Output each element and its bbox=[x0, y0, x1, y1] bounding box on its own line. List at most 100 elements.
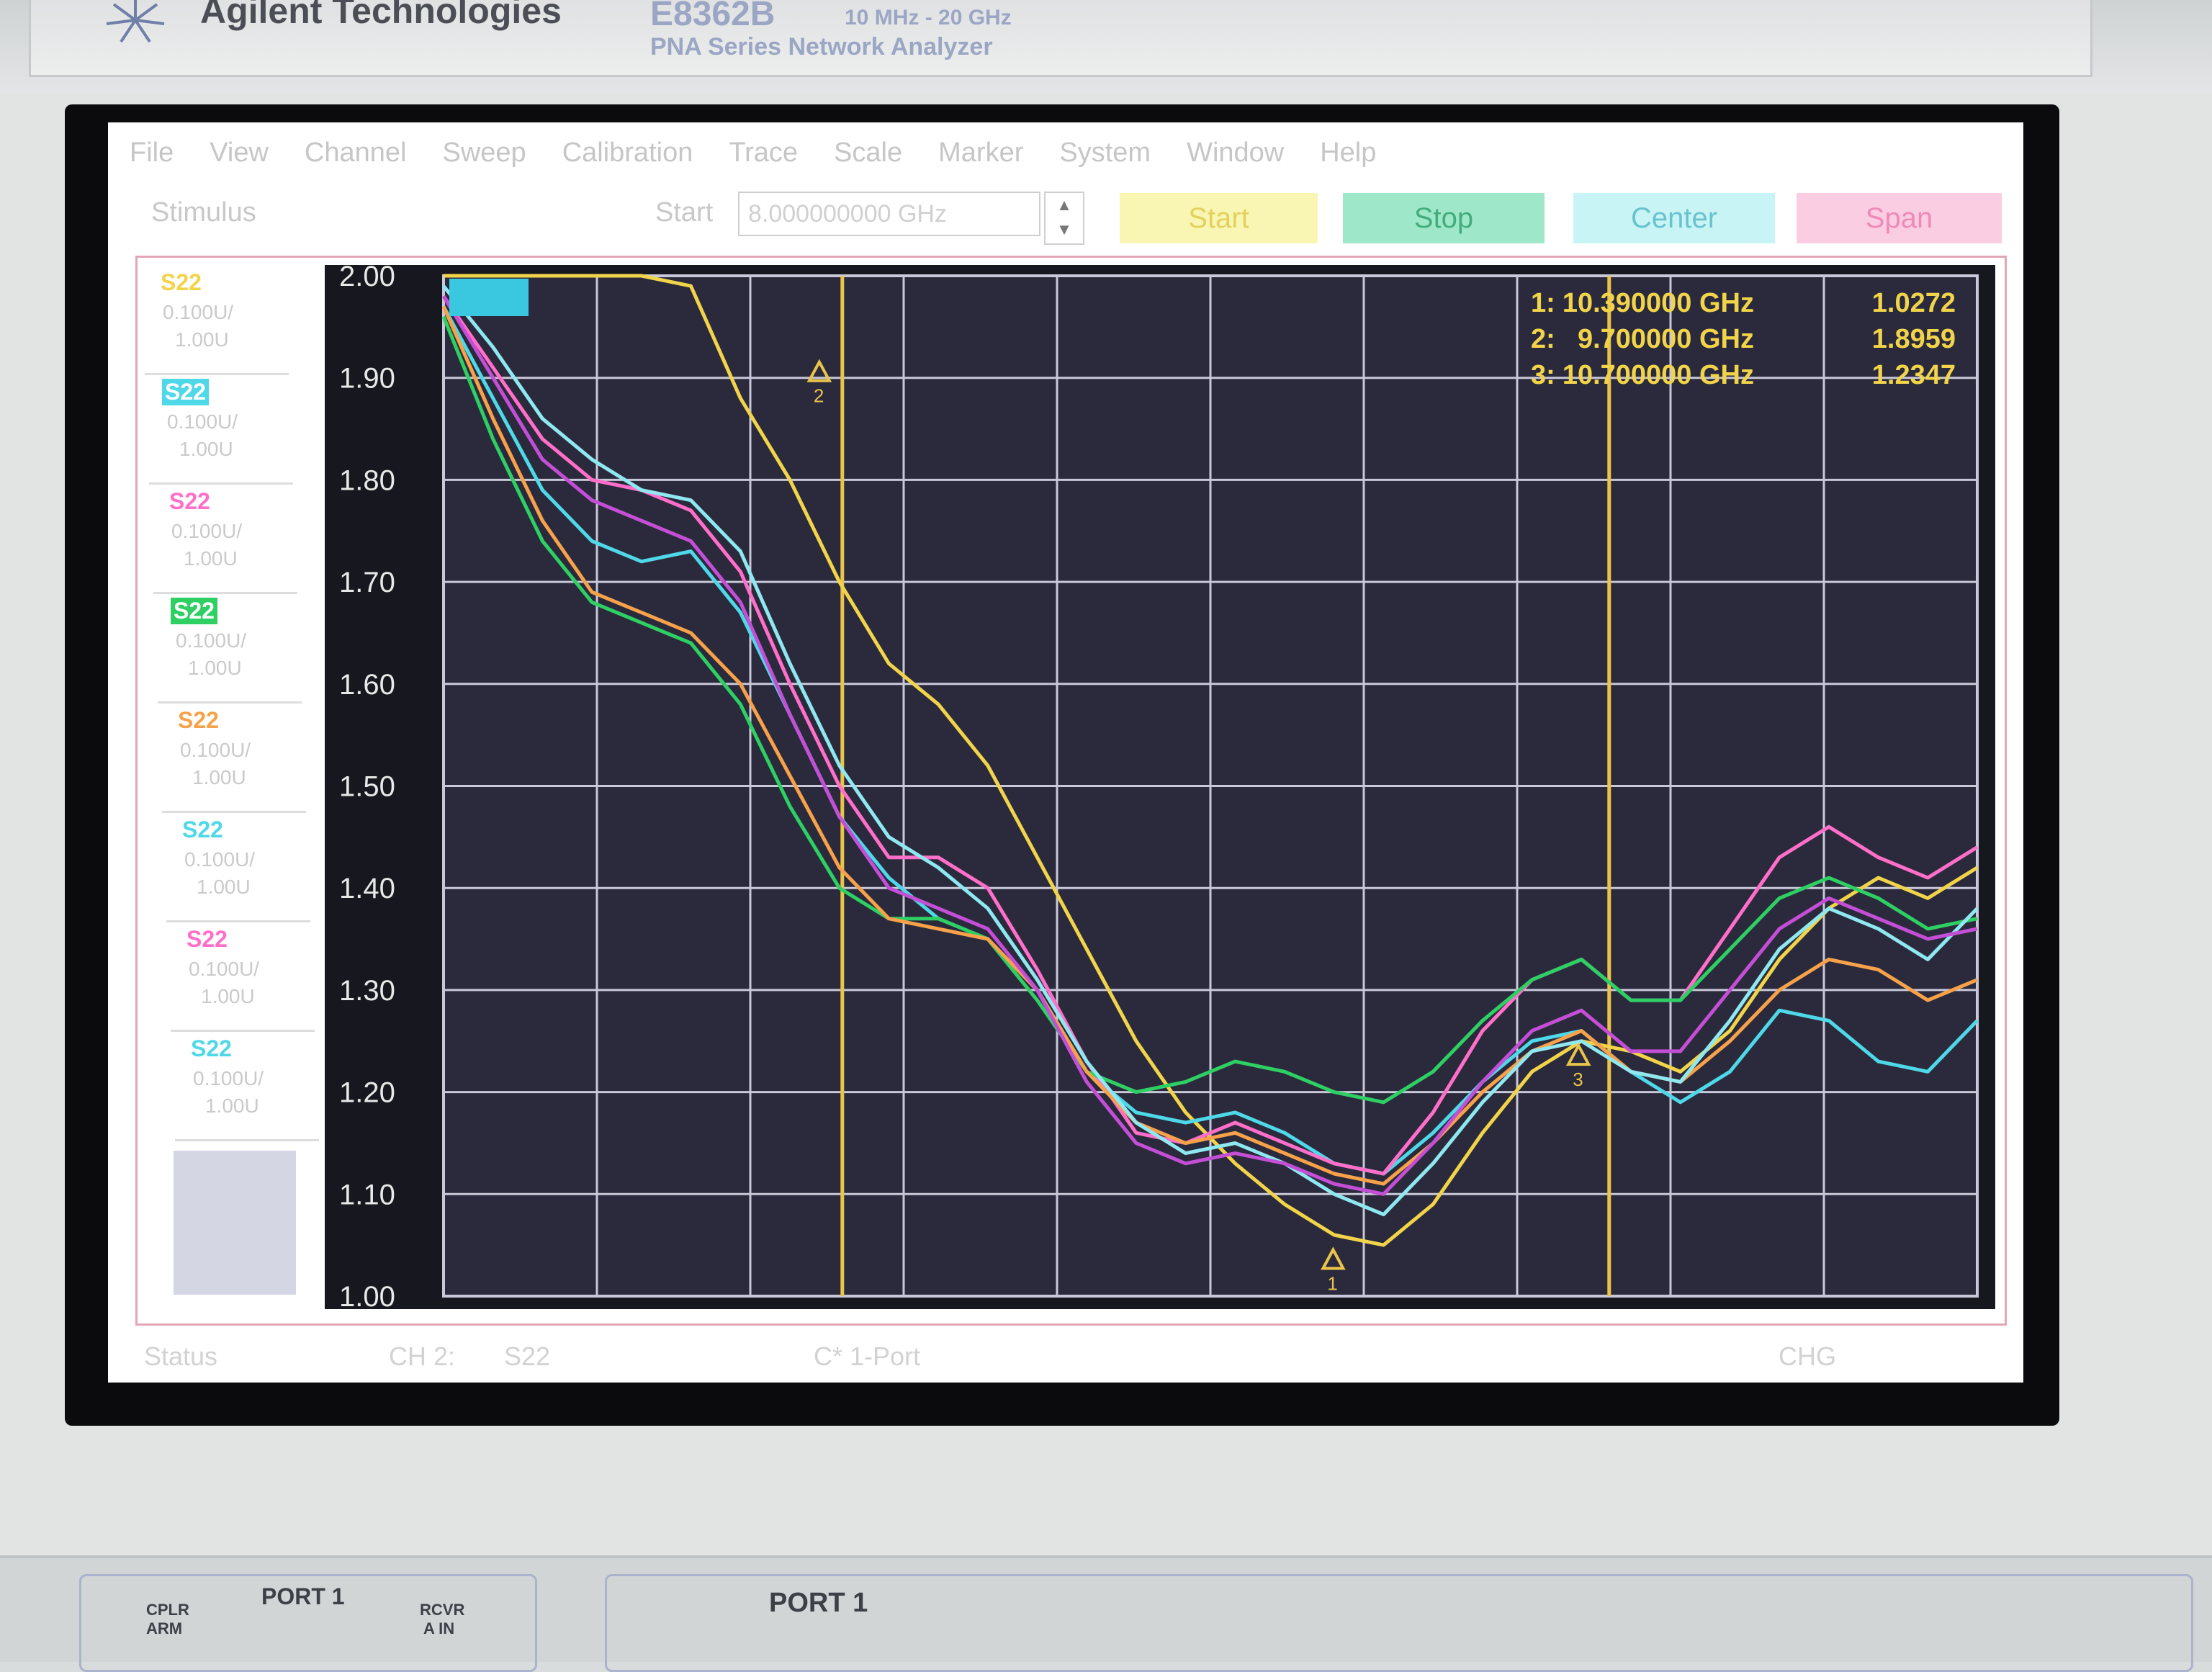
status-label: Status bbox=[144, 1341, 218, 1371]
trace-scale: 0.100U/ bbox=[176, 629, 247, 652]
menu-view[interactable]: View bbox=[210, 131, 269, 174]
status-channel: CH 2: bbox=[389, 1341, 456, 1371]
trace-reference: 1.00U bbox=[188, 657, 242, 679]
y-tick-label: 1.90 bbox=[339, 363, 395, 395]
rcvr-label: RCVR bbox=[420, 1601, 465, 1619]
start-frequency-input[interactable] bbox=[738, 192, 1040, 236]
port1-group: PORT 1 CPLR ARM RCVR A IN bbox=[79, 1574, 537, 1672]
marker-readout-id: 1: bbox=[1531, 288, 1555, 318]
trace-entry[interactable]: S22 0.100U/1.00U bbox=[162, 703, 306, 813]
menu-calibration[interactable]: Calibration bbox=[562, 131, 693, 174]
marker-readout-id: 3: bbox=[1531, 360, 1555, 390]
instrument-top-panel: Agilent Technologies E8362B 10 MHz - 20 … bbox=[0, 0, 2212, 94]
spin-up-icon[interactable]: ▲ bbox=[1046, 193, 1083, 217]
port1-connector-label: PORT 1 bbox=[769, 1588, 868, 1618]
stimulus-label: Stimulus bbox=[151, 197, 256, 228]
plot-area[interactable]: 2.00 1.90 1.80 1.70 1.60 1.50 1.40 1.30 1.20 1.10… bbox=[325, 265, 1995, 1309]
analyzer-screen: File View Channel Sweep Calibration Trac… bbox=[108, 122, 2023, 1383]
marker-readout-frequency: 9.700000 GHz bbox=[1578, 324, 1754, 354]
marker-number-label: 1 bbox=[1327, 1272, 1337, 1294]
marker-readout-value: 1.0272 bbox=[1872, 288, 1956, 318]
trace-name: S22 bbox=[178, 707, 219, 733]
marker-readout-frequency: 10.390000 GHz bbox=[1563, 288, 1754, 318]
span-button[interactable]: Span bbox=[1797, 193, 2002, 243]
stop-button[interactable]: Stop bbox=[1343, 193, 1545, 243]
marker-readout-value: 1.8959 bbox=[1872, 324, 1956, 354]
trace-entry[interactable]: S22 0.100U/1.00U bbox=[153, 484, 297, 594]
trace-scale: 0.100U/ bbox=[167, 410, 238, 433]
marker-readout-value: 1.2347 bbox=[1872, 360, 1956, 390]
status-calibration: C* 1-Port bbox=[814, 1341, 921, 1371]
y-tick-label: 1.50 bbox=[339, 771, 395, 803]
menu-sweep[interactable]: Sweep bbox=[442, 131, 526, 174]
trace-name: S22 bbox=[162, 379, 209, 405]
y-tick-label: 1.80 bbox=[339, 464, 395, 496]
start-button[interactable]: Start bbox=[1120, 193, 1318, 243]
menu-marker[interactable]: Marker bbox=[938, 131, 1023, 174]
arm-label: ARM bbox=[146, 1619, 183, 1637]
trace-entry[interactable]: S22 0.100U/1.00U bbox=[145, 265, 289, 375]
frequency-range: 10 MHz - 20 GHz bbox=[845, 6, 1012, 30]
active-trace-badge bbox=[449, 279, 529, 316]
front-panel: PORT 1 CPLR ARM RCVR A IN PORT 1 bbox=[0, 1555, 2212, 1672]
y-tick-label: 1.30 bbox=[339, 975, 395, 1007]
trace-name: S22 bbox=[169, 488, 210, 514]
port1-label: PORT 1 bbox=[261, 1583, 345, 1609]
brand-name: Agilent Technologies bbox=[200, 0, 562, 31]
menu-bar: File View Channel Sweep Calibration Trac… bbox=[130, 131, 1376, 174]
status-chg: CHG bbox=[1779, 1341, 1836, 1371]
y-tick-label: 1.10 bbox=[339, 1179, 395, 1210]
cplr-label: CPLR bbox=[146, 1601, 189, 1619]
status-parameter: S22 bbox=[504, 1341, 551, 1371]
trace-scale: 0.100U/ bbox=[184, 848, 256, 871]
y-tick-label: 1.00 bbox=[339, 1281, 395, 1309]
start-frequency-spinner[interactable]: ▲ ▼ bbox=[1044, 192, 1084, 245]
trace-entry[interactable]: S22 0.100U/1.00U bbox=[158, 593, 302, 704]
trace-list-empty-area bbox=[174, 1151, 296, 1295]
center-button[interactable]: Center bbox=[1573, 193, 1775, 243]
menu-file[interactable]: File bbox=[130, 131, 174, 174]
status-bar: Status CH 2: S22 C* 1-Port CHG bbox=[108, 1336, 2023, 1379]
display-area: S22 0.100U/1.00U S22 0.100U/1.00U S22 0.100U/… bbox=[135, 256, 2007, 1326]
trace-reference: 1.00U bbox=[201, 985, 255, 1007]
y-tick-label: 1.40 bbox=[339, 873, 395, 904]
trace-entry[interactable]: S22 0.100U/1.00U bbox=[175, 1031, 319, 1141]
plot-svg: 2.00 1.90 1.80 1.70 1.60 1.50 1.40 1.30 1.20 1.10… bbox=[339, 265, 1979, 1309]
trace-reference: 1.00U bbox=[205, 1095, 259, 1117]
menu-system[interactable]: System bbox=[1059, 131, 1151, 174]
agilent-logo-icon bbox=[106, 0, 165, 43]
trace-entry[interactable]: S22 0.100U/1.00U bbox=[149, 374, 293, 485]
trace-reference: 1.00U bbox=[197, 876, 251, 898]
trace-entry[interactable]: S22 0.100U/1.00U bbox=[166, 812, 310, 922]
trace-entry[interactable]: S22 0.100U/1.00U bbox=[171, 922, 315, 1032]
menu-channel[interactable]: Channel bbox=[305, 131, 407, 174]
menu-trace[interactable]: Trace bbox=[729, 131, 798, 174]
menu-window[interactable]: Window bbox=[1187, 131, 1284, 174]
y-tick-label: 1.60 bbox=[339, 669, 395, 701]
y-tick-label: 1.20 bbox=[339, 1077, 395, 1109]
marker-number-label: 3 bbox=[1573, 1069, 1583, 1090]
port1-connector-group: PORT 1 bbox=[605, 1574, 2193, 1672]
trace-scale: 0.100U/ bbox=[189, 958, 260, 980]
spin-down-icon[interactable]: ▼ bbox=[1046, 217, 1083, 242]
model-number: E8362B bbox=[650, 0, 775, 33]
trace-name: S22 bbox=[171, 598, 217, 624]
start-label: Start bbox=[655, 197, 714, 228]
stimulus-toolbar: Stimulus Start ▲ ▼ Start Stop Center Spa… bbox=[108, 187, 2023, 245]
brand-plate: Agilent Technologies E8362B 10 MHz - 20 … bbox=[29, 0, 2092, 77]
a-in-label: A IN bbox=[423, 1619, 455, 1637]
trace-reference: 1.00U bbox=[179, 438, 233, 460]
trace-reference: 1.00U bbox=[192, 766, 246, 788]
trace-name: S22 bbox=[186, 926, 228, 952]
menu-scale[interactable]: Scale bbox=[834, 131, 902, 174]
menu-help[interactable]: Help bbox=[1320, 131, 1376, 174]
trace-name: S22 bbox=[191, 1035, 232, 1061]
trace-reference: 1.00U bbox=[184, 547, 238, 570]
trace-scale: 0.100U/ bbox=[193, 1067, 264, 1089]
y-tick-label: 1.70 bbox=[339, 567, 395, 598]
series-name: PNA Series Network Analyzer bbox=[650, 33, 993, 60]
marker-number-label: 2 bbox=[814, 385, 824, 407]
trace-scale: 0.100U/ bbox=[180, 739, 251, 761]
y-tick-label: 2.00 bbox=[339, 265, 395, 292]
trace-scale: 0.100U/ bbox=[171, 520, 243, 542]
